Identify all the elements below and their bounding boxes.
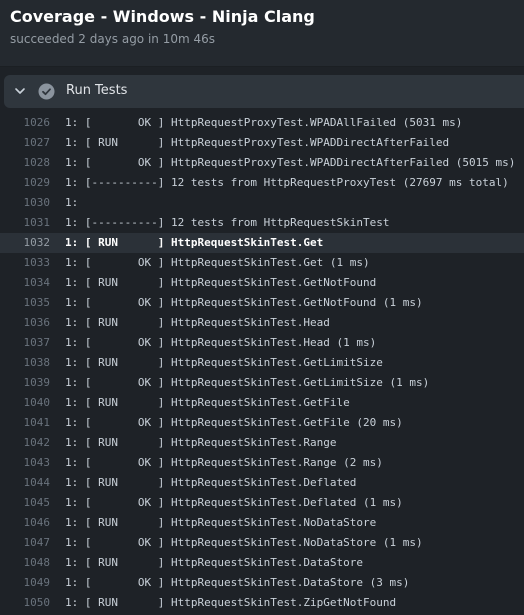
line-number[interactable]: 1049: [0, 573, 51, 593]
log-line[interactable]: 1046 1: [ RUN ] HttpRequestSkinTest.NoDat…: [0, 513, 524, 533]
line-number[interactable]: 1048: [0, 553, 51, 573]
step-panel: Run Tests 1026 1: [ OK ] HttpRequestProxy…: [0, 67, 524, 615]
check-circle-icon: [38, 83, 55, 100]
log-line-text: 1: [ OK ] HttpRequestProxyTest.WPADAllFa…: [65, 116, 463, 129]
log-output: 1026 1: [ OK ] HttpRequestProxyTest.WPADA…: [0, 113, 524, 613]
log-line-text: 1: [----------] 12 tests from HttpReques…: [65, 176, 509, 189]
log-line[interactable]: 1027 1: [ RUN ] HttpRequestProxyTest.WPAD…: [0, 133, 524, 153]
line-number[interactable]: 1033: [0, 253, 51, 273]
log-line[interactable]: 1029 1: [----------] 12 tests from HttpRe…: [0, 173, 524, 193]
log-line[interactable]: 1045 1: [ OK ] HttpRequestSkinTest.Deflat…: [0, 493, 524, 513]
log-line[interactable]: 1033 1: [ OK ] HttpRequestSkinTest.Get (1…: [0, 253, 524, 273]
line-number[interactable]: 1032: [0, 233, 51, 253]
log-line[interactable]: 1032 1: [ RUN ] HttpRequestSkinTest.Get: [0, 233, 524, 253]
step-header-run-tests[interactable]: Run Tests: [4, 75, 524, 108]
log-line-text: 1: [ OK ] HttpRequestSkinTest.Head (1 ms…: [65, 336, 377, 349]
line-number[interactable]: 1036: [0, 313, 51, 333]
line-number[interactable]: 1047: [0, 533, 51, 553]
log-line-text: 1: [ RUN ] HttpRequestSkinTest.Deflated: [65, 476, 357, 489]
log-line-text: 1:: [65, 196, 79, 209]
log-line[interactable]: 1037 1: [ OK ] HttpRequestSkinTest.Head (…: [0, 333, 524, 353]
log-line-text: 1: [----------] 12 tests from HttpReques…: [65, 216, 390, 229]
log-line-text: 1: [ OK ] HttpRequestSkinTest.GetFile (2…: [65, 416, 403, 429]
line-number[interactable]: 1042: [0, 433, 51, 453]
job-header: Coverage - Windows - Ninja Clang succeed…: [0, 0, 524, 66]
log-line[interactable]: 1040 1: [ RUN ] HttpRequestSkinTest.GetFi…: [0, 393, 524, 413]
line-number[interactable]: 1037: [0, 333, 51, 353]
log-line[interactable]: 1039 1: [ OK ] HttpRequestSkinTest.GetLim…: [0, 373, 524, 393]
line-number[interactable]: 1044: [0, 473, 51, 493]
line-number[interactable]: 1029: [0, 173, 51, 193]
log-line[interactable]: 1044 1: [ RUN ] HttpRequestSkinTest.Defla…: [0, 473, 524, 493]
log-line-text: 1: [ RUN ] HttpRequestSkinTest.DataStore: [65, 556, 364, 569]
log-line-text: 1: [ OK ] HttpRequestSkinTest.GetLimitSi…: [65, 376, 430, 389]
line-number[interactable]: 1039: [0, 373, 51, 393]
log-line[interactable]: 1047 1: [ OK ] HttpRequestSkinTest.NoData…: [0, 533, 524, 553]
line-number[interactable]: 1038: [0, 353, 51, 373]
log-line-text: 1: [ OK ] HttpRequestSkinTest.Range (2 m…: [65, 456, 383, 469]
log-line-text: 1: [ RUN ] HttpRequestSkinTest.NoDataSto…: [65, 516, 377, 529]
log-line-text: 1: [ RUN ] HttpRequestSkinTest.GetLimitS…: [65, 356, 383, 369]
line-number[interactable]: 1034: [0, 273, 51, 293]
log-line[interactable]: 1048 1: [ RUN ] HttpRequestSkinTest.DataS…: [0, 553, 524, 573]
log-line[interactable]: 1034 1: [ RUN ] HttpRequestSkinTest.GetNo…: [0, 273, 524, 293]
log-line[interactable]: 1035 1: [ OK ] HttpRequestSkinTest.GetNot…: [0, 293, 524, 313]
line-number[interactable]: 1050: [0, 593, 51, 613]
log-line-text: 1: [ OK ] HttpRequestSkinTest.DataStore …: [65, 576, 410, 589]
step-title: Run Tests: [66, 83, 128, 98]
line-number[interactable]: 1030: [0, 193, 51, 213]
line-number[interactable]: 1028: [0, 153, 51, 173]
log-line[interactable]: 1031 1: [----------] 12 tests from HttpRe…: [0, 213, 524, 233]
line-number[interactable]: 1040: [0, 393, 51, 413]
line-number[interactable]: 1045: [0, 493, 51, 513]
job-title: Coverage - Windows - Ninja Clang: [10, 7, 315, 26]
log-line[interactable]: 1030 1:: [0, 193, 524, 213]
log-line[interactable]: 1049 1: [ OK ] HttpRequestSkinTest.DataSt…: [0, 573, 524, 593]
log-line[interactable]: 1041 1: [ OK ] HttpRequestSkinTest.GetFil…: [0, 413, 524, 433]
log-line-text: 1: [ OK ] HttpRequestSkinTest.GetNotFoun…: [65, 296, 423, 309]
log-line-text: 1: [ RUN ] HttpRequestSkinTest.ZipGetNot…: [65, 596, 397, 609]
line-number[interactable]: 1027: [0, 133, 51, 153]
log-line-text: 1: [ RUN ] HttpRequestSkinTest.GetFile: [65, 396, 350, 409]
log-line-text: 1: [ OK ] HttpRequestSkinTest.Deflated (…: [65, 496, 403, 509]
log-line[interactable]: 1043 1: [ OK ] HttpRequestSkinTest.Range …: [0, 453, 524, 473]
log-line[interactable]: 1036 1: [ RUN ] HttpRequestSkinTest.Head: [0, 313, 524, 333]
log-line[interactable]: 1028 1: [ OK ] HttpRequestProxyTest.WPADD…: [0, 153, 524, 173]
line-number[interactable]: 1043: [0, 453, 51, 473]
line-number[interactable]: 1031: [0, 213, 51, 233]
log-line-text: 1: [ RUN ] HttpRequestSkinTest.Head: [65, 316, 330, 329]
line-number[interactable]: 1026: [0, 113, 51, 133]
line-number[interactable]: 1035: [0, 293, 51, 313]
log-line-text: 1: [ RUN ] HttpRequestSkinTest.GetNotFou…: [65, 276, 377, 289]
chevron-down-icon[interactable]: [13, 84, 27, 98]
job-status-summary: succeeded 2 days ago in 10m 46s: [10, 32, 216, 46]
log-line-text: 1: [ OK ] HttpRequestSkinTest.NoDataStor…: [65, 536, 423, 549]
log-line-text: 1: [ RUN ] HttpRequestProxyTest.WPADDire…: [65, 136, 450, 149]
log-line[interactable]: 1026 1: [ OK ] HttpRequestProxyTest.WPADA…: [0, 113, 524, 133]
log-line[interactable]: 1050 1: [ RUN ] HttpRequestSkinTest.ZipGe…: [0, 593, 524, 613]
line-number[interactable]: 1041: [0, 413, 51, 433]
log-line[interactable]: 1038 1: [ RUN ] HttpRequestSkinTest.GetLi…: [0, 353, 524, 373]
line-number[interactable]: 1046: [0, 513, 51, 533]
log-line-text: 1: [ OK ] HttpRequestProxyTest.WPADDirec…: [65, 156, 516, 169]
log-line-text: 1: [ OK ] HttpRequestSkinTest.Get (1 ms): [65, 256, 370, 269]
log-line-text: 1: [ RUN ] HttpRequestSkinTest.Get: [65, 236, 324, 249]
log-line-text: 1: [ RUN ] HttpRequestSkinTest.Range: [65, 436, 337, 449]
log-line[interactable]: 1042 1: [ RUN ] HttpRequestSkinTest.Range: [0, 433, 524, 453]
